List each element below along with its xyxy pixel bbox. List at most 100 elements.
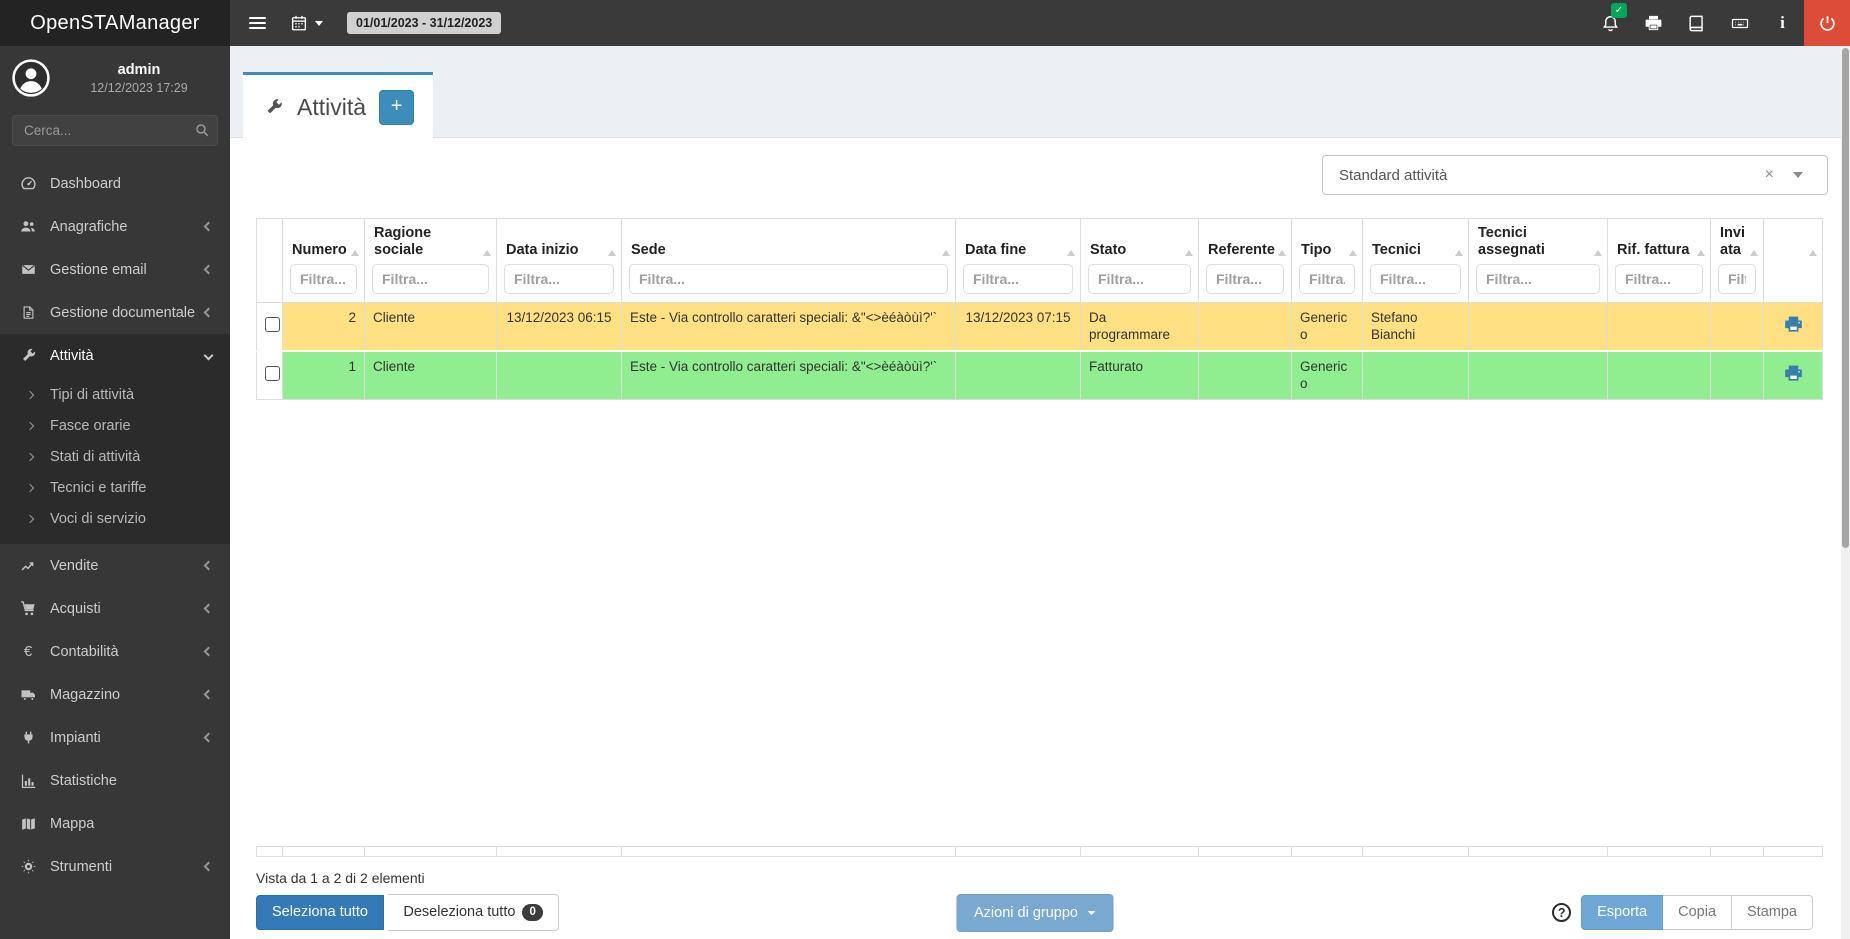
chevron-right-icon: [25, 514, 35, 523]
column-header-inviata[interactable]: Inviata: [1710, 218, 1764, 303]
filter-input-stato[interactable]: [1088, 264, 1191, 294]
sidebar-item-mappa[interactable]: Mappa: [0, 802, 230, 845]
sidebar-subitem-label: Tipi di attività: [50, 386, 135, 403]
date-range-badge[interactable]: 01/01/2023 - 31/12/2023: [347, 12, 502, 34]
manual-button[interactable]: [1675, 0, 1718, 46]
sidebar-item-stati-di-attivita[interactable]: Stati di attività: [0, 441, 230, 472]
sidebar-item-label: Impianti: [50, 729, 101, 746]
sidebar-item-voci-di-servizio[interactable]: Voci di servizio: [0, 503, 230, 534]
sidebar-subitem-label: Tecnici e tariffe: [50, 479, 147, 496]
print-row-icon[interactable]: [1783, 365, 1804, 386]
cell-data-inizio: [496, 351, 622, 400]
column-header-tecnici[interactable]: Tecnici: [1362, 218, 1469, 303]
cell-ragione-sociale: Cliente: [364, 351, 497, 400]
sidebar-item-tipi-di-attivita[interactable]: Tipi di attività: [0, 379, 230, 410]
sidebar-item-fasce-orarie[interactable]: Fasce orarie: [0, 410, 230, 441]
filter-input-tipo[interactable]: [1299, 264, 1355, 294]
column-header-rif-fattura[interactable]: Rif. fattura: [1607, 218, 1711, 303]
column-header-print[interactable]: [1763, 218, 1823, 303]
plug-icon: [18, 729, 38, 746]
print-button[interactable]: [1632, 0, 1675, 46]
sidebar-subitem-label: Stati di attività: [50, 448, 141, 465]
sidebar-item-label: Gestione documentale: [50, 304, 196, 321]
sidebar-item-statistiche[interactable]: Statistiche: [0, 759, 230, 802]
column-header-numero[interactable]: Numero: [282, 218, 365, 303]
sidebar-item-anagrafiche[interactable]: Anagrafiche: [0, 205, 230, 248]
filter-input-rif-fattura[interactable]: [1615, 264, 1703, 294]
filter-input-tecnici[interactable]: [1370, 264, 1461, 294]
bar-chart-icon: [18, 773, 38, 789]
keyboard-icon: [1730, 14, 1750, 33]
sidebar-search-input[interactable]: [12, 115, 218, 146]
add-record-button[interactable]: +: [379, 89, 415, 125]
export-button[interactable]: Esporta: [1581, 895, 1664, 930]
logout-button[interactable]: [1804, 0, 1850, 46]
filter-input-referente[interactable]: [1206, 264, 1284, 294]
sort-icon: [1455, 250, 1463, 256]
sidebar-item-impianti[interactable]: Impianti: [0, 716, 230, 759]
column-header-data-fine[interactable]: Data fine: [955, 218, 1081, 303]
sidebar-item-vendite[interactable]: Vendite: [0, 544, 230, 587]
sidebar-item-gestione-email[interactable]: Gestione email: [0, 248, 230, 291]
deselect-all-button[interactable]: Deseleziona tutto 0: [388, 893, 559, 932]
sidebar-item-label: Statistiche: [50, 772, 117, 789]
filter-input-ragione-sociale[interactable]: [372, 264, 489, 294]
help-icon[interactable]: ?: [1552, 903, 1572, 922]
sidebar-item-label: Mappa: [50, 815, 95, 832]
shortcuts-button[interactable]: [1718, 0, 1761, 46]
row-checkbox[interactable]: [265, 365, 280, 381]
column-header-data-inizio[interactable]: Data inizio: [496, 218, 622, 303]
select-all-button[interactable]: Seleziona tutto: [256, 895, 384, 930]
copy-button[interactable]: Copia: [1663, 895, 1733, 930]
print-table-button[interactable]: Stampa: [1732, 895, 1813, 930]
table-row[interactable]: 1 Cliente Este - Via controllo caratteri…: [256, 351, 1823, 400]
column-label: Tipo: [1301, 242, 1332, 258]
column-header-referente[interactable]: Referente: [1198, 218, 1292, 303]
sidebar-item-contabilita[interactable]: € Contabilità: [0, 630, 230, 673]
cell-tipo: Generico: [1291, 351, 1363, 400]
sidebar-toggle-button[interactable]: [249, 14, 266, 32]
cell-print: [1763, 302, 1823, 352]
sidebar-item-gestione-documentale[interactable]: Gestione documentale: [0, 291, 230, 334]
group-actions-button[interactable]: Azioni di gruppo: [956, 893, 1113, 932]
sidebar-item-dashboard[interactable]: Dashboard: [0, 162, 230, 205]
notifications-button[interactable]: ✓: [1589, 0, 1632, 46]
sidebar-section-attivita: Attività Tipi di attività Fasce orarie S…: [0, 334, 230, 544]
sidebar-item-attivita[interactable]: Attività: [0, 334, 230, 377]
cell-print: [1763, 351, 1823, 400]
book-icon: [1687, 14, 1706, 33]
print-row-icon[interactable]: [1783, 316, 1804, 337]
sort-icon: [942, 250, 950, 256]
vertical-scrollbar[interactable]: [1841, 46, 1850, 939]
column-header-ragione-sociale[interactable]: Ragione sociale: [364, 218, 497, 303]
column-header-stato[interactable]: Stato: [1080, 218, 1199, 303]
cell-data-inizio: 13/12/2023 06:15: [496, 302, 622, 352]
caret-down-icon: [315, 20, 323, 26]
column-header-sede[interactable]: Sede: [621, 218, 956, 303]
column-header-tipo[interactable]: Tipo: [1291, 218, 1363, 303]
records-table: Numero Ragione sociale Data inizio Sede: [256, 218, 1823, 400]
search-icon[interactable]: [194, 122, 210, 138]
sidebar-item-strumenti[interactable]: Strumenti: [0, 845, 230, 888]
sidebar-item-acquisti[interactable]: Acquisti: [0, 587, 230, 630]
sidebar-item-magazzino[interactable]: Magazzino: [0, 673, 230, 716]
wrench-icon: [264, 97, 284, 117]
info-button[interactable]: i: [1761, 0, 1804, 46]
tachometer-icon: [18, 175, 38, 192]
sidebar-item-tecnici-e-tariffe[interactable]: Tecnici e tariffe: [0, 472, 230, 503]
filter-input-sede[interactable]: [629, 264, 948, 294]
filter-input-data-inizio[interactable]: [504, 264, 614, 294]
filter-input-tecnici-assegnati[interactable]: [1476, 264, 1600, 294]
filter-input-numero[interactable]: [290, 264, 357, 294]
clear-selection-icon[interactable]: ×: [1765, 166, 1774, 184]
module-template-select[interactable]: Standard attività ×: [1322, 155, 1828, 195]
scrollbar-thumb[interactable]: [1842, 48, 1849, 548]
filter-input-inviata[interactable]: [1718, 264, 1756, 294]
row-checkbox[interactable]: [265, 316, 280, 332]
tab-attivita[interactable]: Attività +: [243, 72, 434, 139]
app-logo[interactable]: OpenSTAManager: [0, 0, 230, 46]
date-range-picker-button[interactable]: [290, 14, 323, 32]
filter-input-data-fine[interactable]: [963, 264, 1073, 294]
column-header-tecnici-assegnati[interactable]: Tecnici assegnati: [1468, 218, 1608, 303]
table-row[interactable]: 2 Cliente 13/12/2023 06:15 Este - Via co…: [256, 302, 1823, 352]
